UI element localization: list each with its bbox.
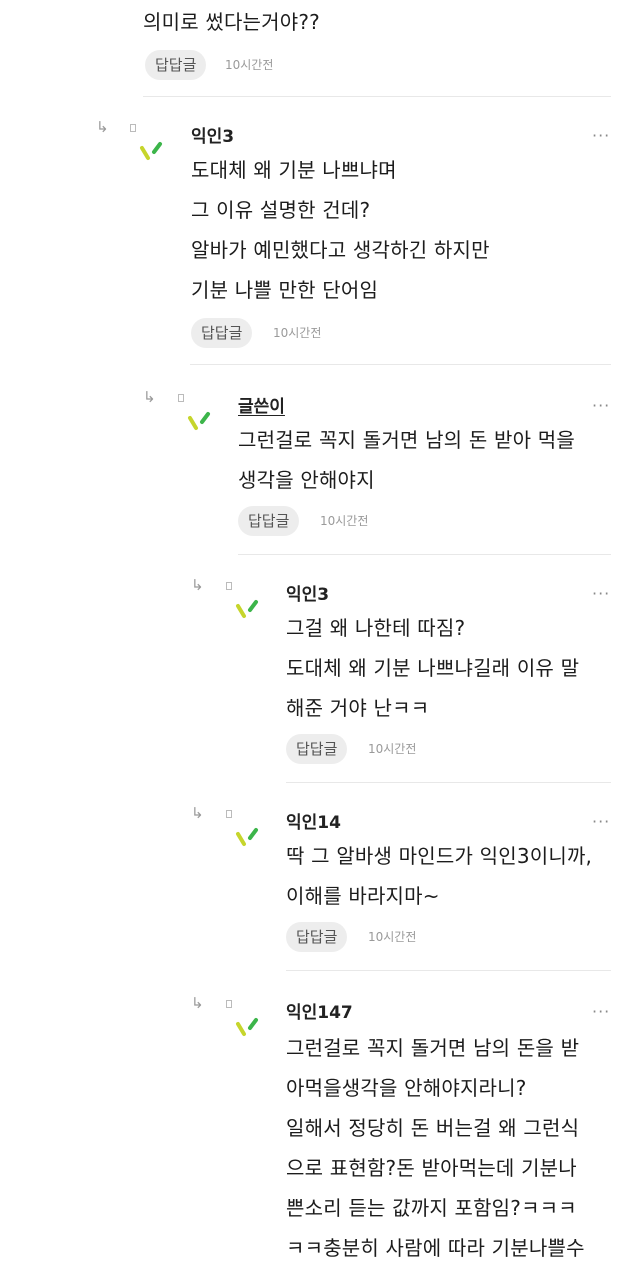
comment-line: 그런걸로 꼭지 돌거면 남의 돈을 받 <box>286 1036 580 1060</box>
comment-line: 생각을 안해야지 <box>238 468 375 492</box>
reply-arrow-icon: ↳ <box>191 576 204 594</box>
comment-line: 그런걸로 꼭지 돌거면 남의 돈 받아 먹을 <box>238 428 575 452</box>
divider <box>143 96 611 97</box>
timestamp: 10시간전 <box>368 742 417 756</box>
reply-button[interactable]: 답답글 <box>286 734 348 764</box>
divider <box>190 364 611 365</box>
more-options-icon[interactable]: ··· <box>592 126 610 145</box>
avatar-icon <box>188 412 210 430</box>
comment-line: 해준 거야 난ㅋㅋ <box>286 696 430 720</box>
comment-line: 이해를 바라지마~ <box>286 884 440 908</box>
comment-line: 도대체 왜 기분 나쁘냐며 <box>191 158 397 182</box>
comment-line: 기분 나쁠 만한 단어임 <box>191 278 379 302</box>
comment-line: 딱 그 알바생 마인드가 익인3이니까, <box>286 844 593 868</box>
comment-body: 그런걸로 꼭지 돌거면 남의 돈을 받 아먹을생각을 안해야지라니? 일해서 정… <box>286 1028 626 1278</box>
comment-item: ↳ 글쓴이 ··· 그런걸로 꼭지 돌거면 남의 돈 받아 먹을 생각을 안해야… <box>0 380 640 560</box>
timestamp: 10시간전 <box>320 514 369 528</box>
comment-item: ↳ 익인147 ··· 그런걸로 꼭지 돌거면 남의 돈을 받 아먹을생각을 안… <box>0 986 640 1280</box>
comment-line: 그걸 왜 나한테 따짐? <box>286 616 466 640</box>
indicator-icon <box>130 124 136 132</box>
reply-arrow-icon: ↳ <box>143 388 156 406</box>
comment-line: ㅋㅋ충분히 사람에 따라 기분나쁠수 <box>286 1236 585 1260</box>
comment-body: 그런걸로 꼭지 돌거면 남의 돈 받아 먹을 생각을 안해야지 <box>238 420 628 500</box>
reply-arrow-icon: ↳ <box>191 804 204 822</box>
comment-line: 쁜소리 듣는 값까지 포함임?ㅋㅋㅋ <box>286 1196 577 1220</box>
indicator-icon <box>226 810 232 818</box>
indicator-icon <box>226 582 232 590</box>
comment-body: 그걸 왜 나한테 따짐? 도대체 왜 기분 나쁘냐길래 이유 말 해준 거야 난… <box>286 608 626 728</box>
avatar-icon <box>236 600 258 618</box>
comment-item: ↳ 익인14 ··· 딱 그 알바생 마인드가 익인3이니까, 이해를 바라지마… <box>0 796 640 972</box>
timestamp: 10시간전 <box>368 930 417 944</box>
reply-arrow-icon: ↳ <box>191 994 204 1012</box>
author-name[interactable]: 익인14 <box>286 808 341 833</box>
author-name[interactable]: 글쓴이 <box>238 392 285 417</box>
comment-line: 으로 표현함?돈 받아먹는데 기분나 <box>286 1156 577 1180</box>
reply-button[interactable]: 답답글 <box>238 506 300 536</box>
more-options-icon[interactable]: ··· <box>592 812 610 831</box>
author-name[interactable]: 익인3 <box>286 580 329 605</box>
author-name[interactable]: 익인3 <box>191 122 234 147</box>
timestamp: 10시간전 <box>273 326 322 340</box>
divider <box>286 970 611 971</box>
timestamp: 10시간전 <box>225 58 274 72</box>
author-name[interactable]: 익인147 <box>286 998 353 1023</box>
comment-line: 일해서 정당히 돈 버는걸 왜 그런식 <box>286 1116 580 1140</box>
comment-text: 의미로 썼다는거야?? <box>143 10 320 34</box>
comment-line: 그 이유 설명한 건데? <box>191 198 371 222</box>
indicator-icon <box>226 1000 232 1008</box>
avatar-icon <box>140 142 162 160</box>
indicator-icon <box>178 394 184 402</box>
reply-button[interactable]: 답답글 <box>286 922 348 952</box>
top-comment: 의미로 썼다는거야?? 답답글 10시간전 <box>143 0 613 98</box>
more-options-icon[interactable]: ··· <box>592 1002 610 1021</box>
reply-button[interactable]: 답답글 <box>145 50 207 80</box>
divider <box>238 554 611 555</box>
comment-line: 알바가 예민했다고 생각하긴 하지만 <box>191 238 490 262</box>
comment-body: 도대체 왜 기분 나쁘냐며 그 이유 설명한 건데? 알바가 예민했다고 생각하… <box>191 150 621 310</box>
comment-item: ↳ 익인3 ··· 도대체 왜 기분 나쁘냐며 그 이유 설명한 건데? 알바가… <box>0 110 640 366</box>
reply-button[interactable]: 답답글 <box>191 318 253 348</box>
comment-body: 딱 그 알바생 마인드가 익인3이니까, 이해를 바라지마~ <box>286 836 626 916</box>
comment-item: ↳ 익인3 ··· 그걸 왜 나한테 따짐? 도대체 왜 기분 나쁘냐길래 이유… <box>0 568 640 784</box>
avatar-icon <box>236 828 258 846</box>
more-options-icon[interactable]: ··· <box>592 396 610 415</box>
reply-arrow-icon: ↳ <box>96 118 109 136</box>
divider <box>286 782 611 783</box>
comment-line: 아먹을생각을 안해야지라니? <box>286 1076 527 1100</box>
more-options-icon[interactable]: ··· <box>592 584 610 603</box>
avatar-icon <box>236 1018 258 1036</box>
comment-line: 도대체 왜 기분 나쁘냐길래 이유 말 <box>286 656 580 680</box>
